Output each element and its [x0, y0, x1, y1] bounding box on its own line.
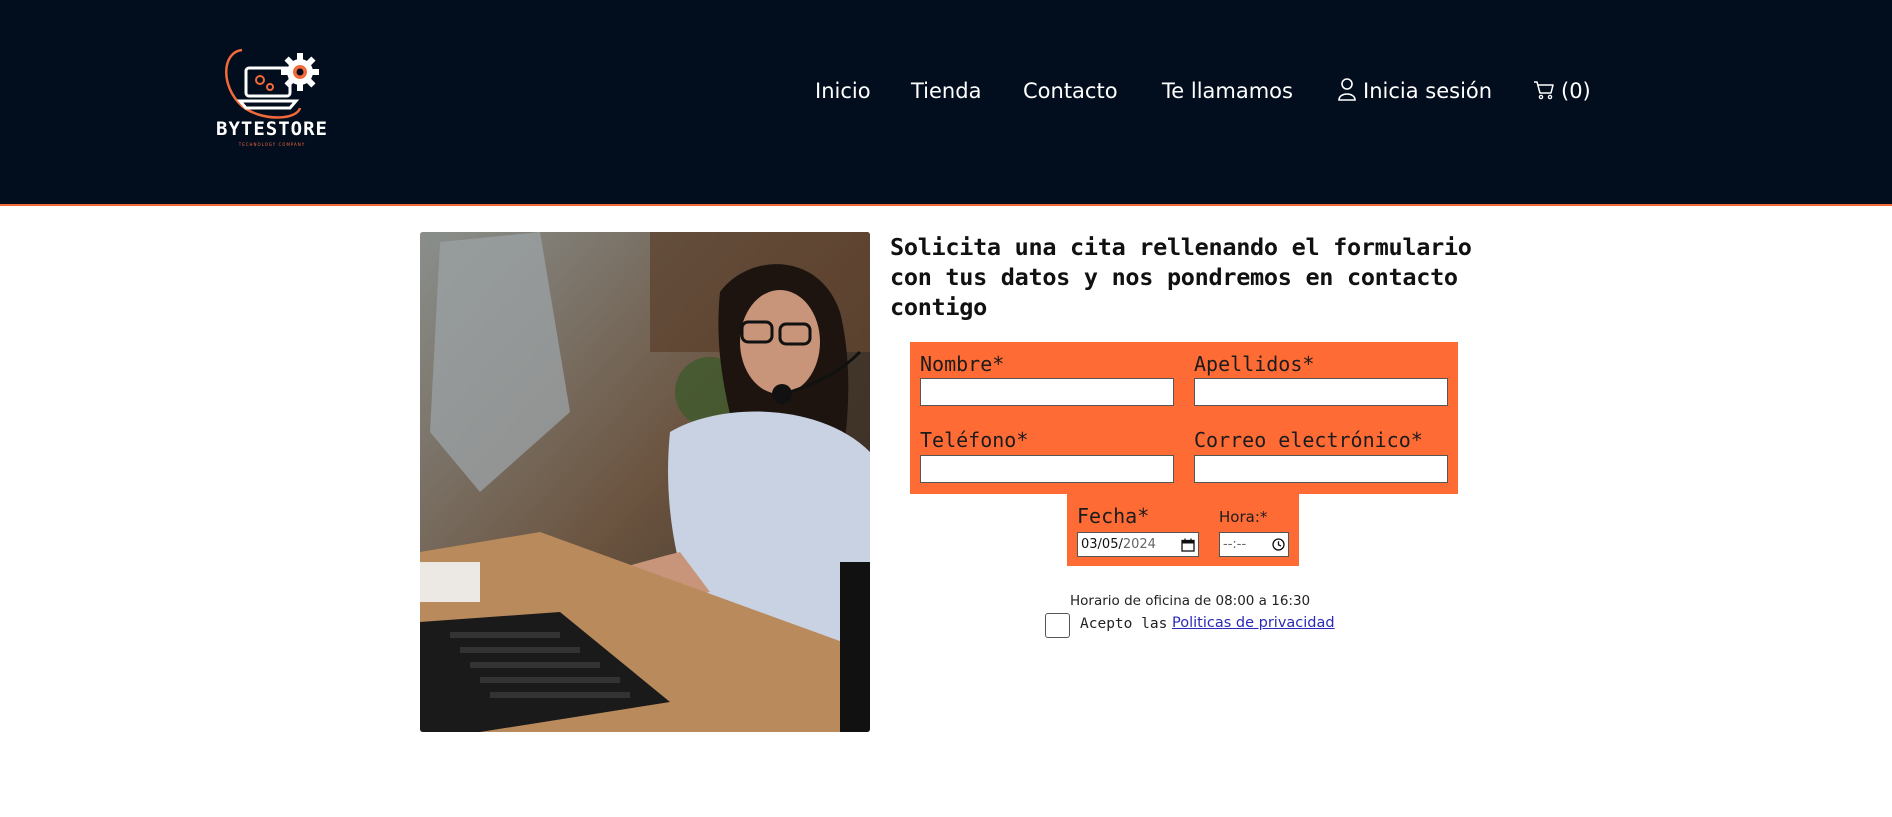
nav-tienda[interactable]: Tienda: [911, 76, 981, 106]
accept-label: Acepto las: [1080, 616, 1168, 632]
nav-contacto[interactable]: Contacto: [1023, 76, 1118, 106]
nombre-label: Nombre*: [920, 352, 1005, 376]
nav-inicio[interactable]: Inicio: [815, 76, 871, 106]
cart-count: (0): [1561, 79, 1591, 103]
logo-emblem-icon: [225, 48, 319, 119]
calendar-icon[interactable]: [1181, 538, 1195, 552]
date-time-section: Fecha* 03/05/2024 Hora:* --:--: [1067, 494, 1299, 566]
nav-te-llamamos[interactable]: Te llamamos: [1162, 76, 1293, 106]
telefono-input[interactable]: [920, 455, 1174, 483]
login-label: Inicia sesión: [1363, 79, 1493, 103]
hora-label: Hora:*: [1219, 508, 1268, 526]
fecha-input[interactable]: 03/05/2024: [1077, 532, 1199, 557]
hora-input[interactable]: --:--: [1219, 532, 1289, 557]
apellidos-input[interactable]: [1194, 378, 1448, 406]
office-hours-note: Horario de oficina de 08:00 a 16:30: [1070, 593, 1311, 609]
telefono-label: Teléfono*: [920, 428, 1029, 452]
cart-icon: [1534, 81, 1554, 100]
fecha-label: Fecha*: [1077, 504, 1150, 528]
nav-cart[interactable]: (0): [1533, 76, 1591, 106]
apellidos-label: Apellidos*: [1194, 352, 1315, 376]
site-header: BYTESTORE TECHNOLOGY COMPANY Inicio Tien…: [0, 0, 1892, 206]
clock-icon[interactable]: [1272, 538, 1285, 551]
logo-wordmark: BYTESTORE: [216, 118, 328, 140]
fecha-year: 2024: [1122, 537, 1156, 552]
page-headline: Solicita una cita rellenando el formular…: [890, 233, 1472, 321]
support-agent-photo: [420, 232, 870, 732]
privacy-policy-link[interactable]: Politicas de privacidad: [1172, 615, 1335, 631]
privacy-checkbox[interactable]: [1045, 613, 1070, 638]
logo-tagline: TECHNOLOGY COMPANY: [238, 142, 306, 147]
nombre-input[interactable]: [920, 378, 1174, 406]
contact-form: Nombre* Apellidos* Teléfono* Correo elec…: [910, 342, 1458, 494]
nav-login[interactable]: Inicia sesión: [1337, 76, 1492, 106]
fecha-day-month: 03/05/: [1081, 537, 1123, 552]
correo-input[interactable]: [1194, 455, 1448, 483]
bytestore-logo[interactable]: BYTESTORE TECHNOLOGY COMPANY: [202, 46, 342, 152]
user-icon: [1338, 78, 1356, 101]
hora-value: --:--: [1223, 537, 1247, 552]
correo-label: Correo electrónico*: [1194, 428, 1423, 452]
